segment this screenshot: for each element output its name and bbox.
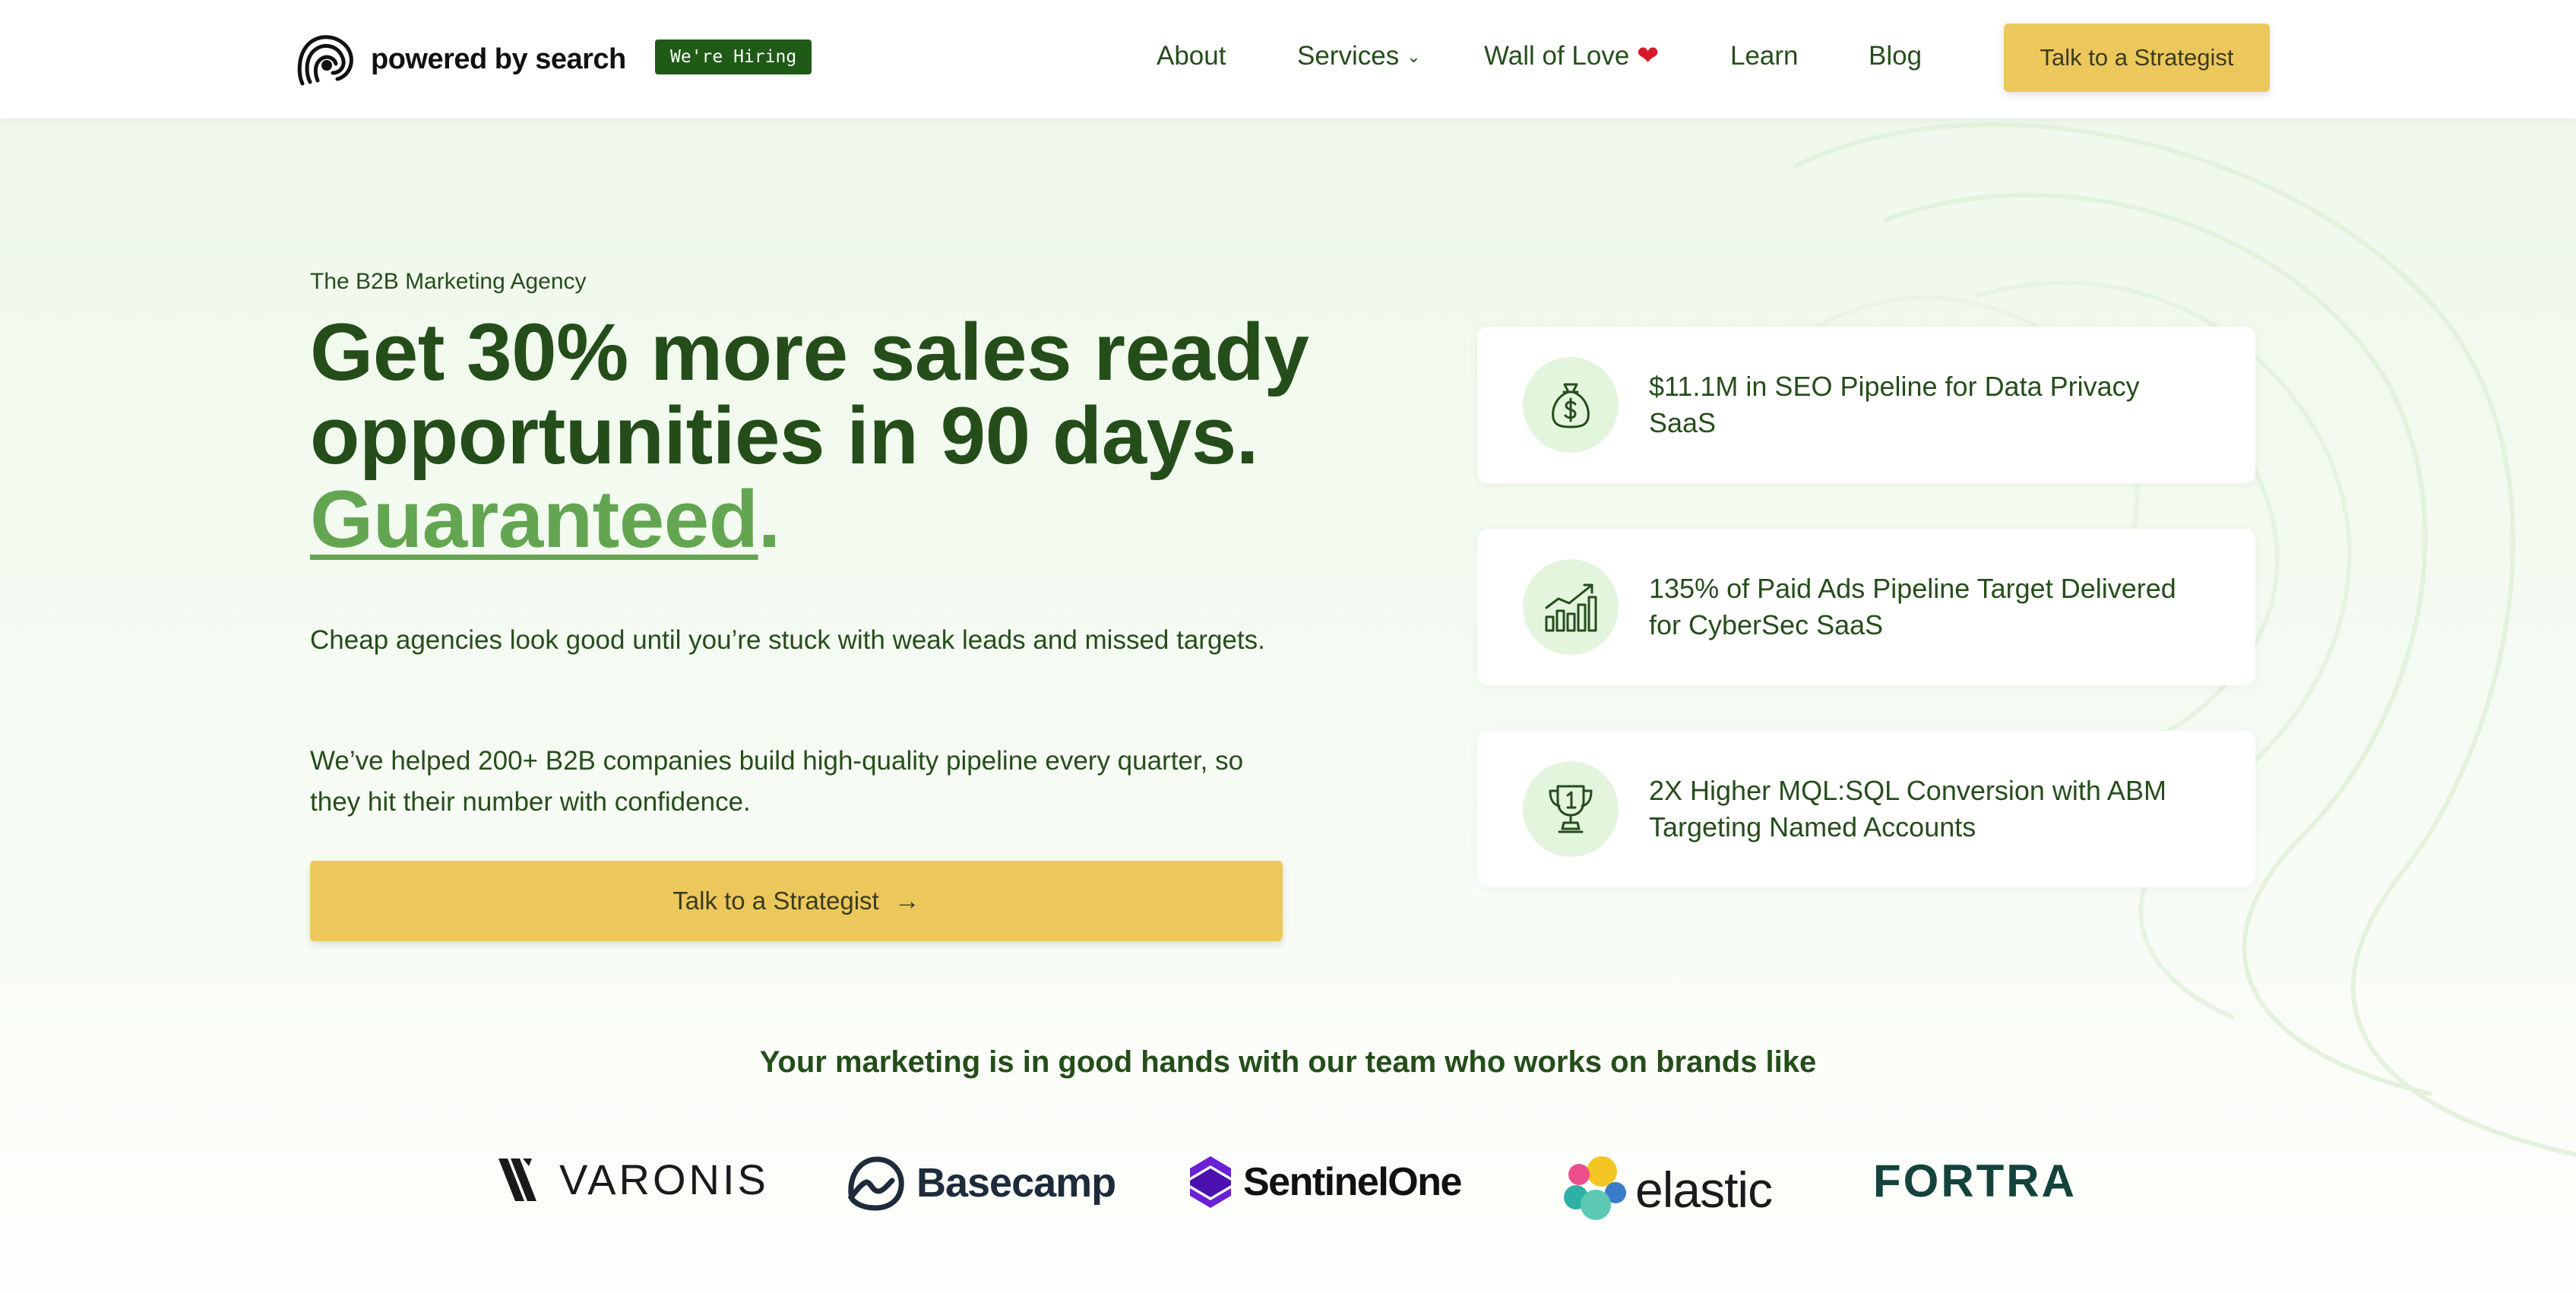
varonis-wordmark: VARONIS [559, 1155, 769, 1203]
elastic-mark-icon [1564, 1156, 1626, 1220]
nav-blog[interactable]: Blog [1869, 41, 1922, 71]
brand-logo-sentinelone: SentinelOne [1188, 1155, 1462, 1209]
sentinelone-wordmark: SentinelOne [1243, 1160, 1462, 1204]
stat-text: $11.1M in SEO Pipeline for Data Privacy … [1649, 371, 2140, 438]
stat-text: 2X Higher MQL:SQL Conversion with ABM Ta… [1649, 775, 2166, 843]
nav-wall-of-love-label: Wall of Love [1484, 41, 1630, 71]
brand-logo-varonis: VARONIS [498, 1155, 769, 1204]
nav-services[interactable]: Services ⌄ [1297, 41, 1421, 71]
sentinelone-mark-icon [1190, 1156, 1231, 1208]
headline-accent-guaranteed[interactable]: Guaranteed [310, 473, 758, 564]
brand-logo-elastic: elastic [1561, 1155, 1773, 1225]
site-header: powered by search We're Hiring About Ser… [0, 0, 2576, 119]
hiring-badge[interactable]: We're Hiring [655, 40, 812, 74]
heart-icon: ❤ [1637, 41, 1660, 71]
chevron-down-icon: ⌄ [1407, 47, 1421, 66]
headline-line-1: Get 30% more sales ready [310, 306, 1309, 397]
basecamp-wordmark: Basecamp [916, 1160, 1116, 1206]
powered-by-search-logo-icon [297, 35, 353, 86]
hero-eyebrow: The B2B Marketing Agency [310, 269, 587, 294]
elastic-wordmark: elastic [1635, 1162, 1773, 1218]
nav-wall-of-love[interactable]: Wall of Love ❤ [1484, 41, 1659, 71]
hero-headline: Get 30% more sales ready opportunities i… [310, 310, 1336, 561]
arrow-right-icon: → [894, 886, 920, 915]
varonis-mark-icon [498, 1158, 536, 1201]
money-bag-icon [1523, 357, 1619, 453]
nav-learn[interactable]: Learn [1730, 41, 1799, 71]
logo-wordmark: powered by search [371, 43, 626, 75]
stat-text: 135% of Paid Ads Pipeline Target Deliver… [1649, 573, 2176, 640]
basecamp-mark-icon [847, 1156, 904, 1211]
headline-period: . [758, 473, 781, 564]
stat-card-abm-conversion: 2X Higher MQL:SQL Conversion with ABM Ta… [1477, 731, 2255, 887]
trophy-icon [1523, 761, 1619, 857]
header-talk-to-strategist-button[interactable]: Talk to a Strategist [2004, 24, 2270, 92]
nav-about[interactable]: About [1157, 41, 1226, 71]
site-logo[interactable]: powered by search [295, 29, 626, 90]
stat-card-seo-pipeline: $11.1M in SEO Pipeline for Data Privacy … [1477, 327, 2255, 483]
brands-section-title: Your marketing is in good hands with our… [759, 1045, 1817, 1079]
hero-talk-to-strategist-button[interactable]: Talk to a Strategist → [310, 861, 1283, 941]
growth-chart-icon [1523, 559, 1619, 655]
hero-cta-label: Talk to a Strategist [672, 887, 879, 915]
nav-services-label: Services [1297, 41, 1400, 71]
brand-logo-basecamp: Basecamp [845, 1155, 1116, 1211]
hero-paragraph-1: Cheap agencies look good until you’re st… [310, 625, 1265, 655]
headline-line-2: opportunities in 90 days. [310, 390, 1258, 481]
brand-logo-fortra: FORTRA [1873, 1155, 2077, 1207]
hero-paragraph-2: We’ve helped 200+ B2B companies build hi… [310, 746, 1244, 817]
stat-card-paid-ads: 135% of Paid Ads Pipeline Target Deliver… [1477, 529, 2255, 685]
fortra-wordmark: FORTRA [1873, 1155, 2077, 1206]
